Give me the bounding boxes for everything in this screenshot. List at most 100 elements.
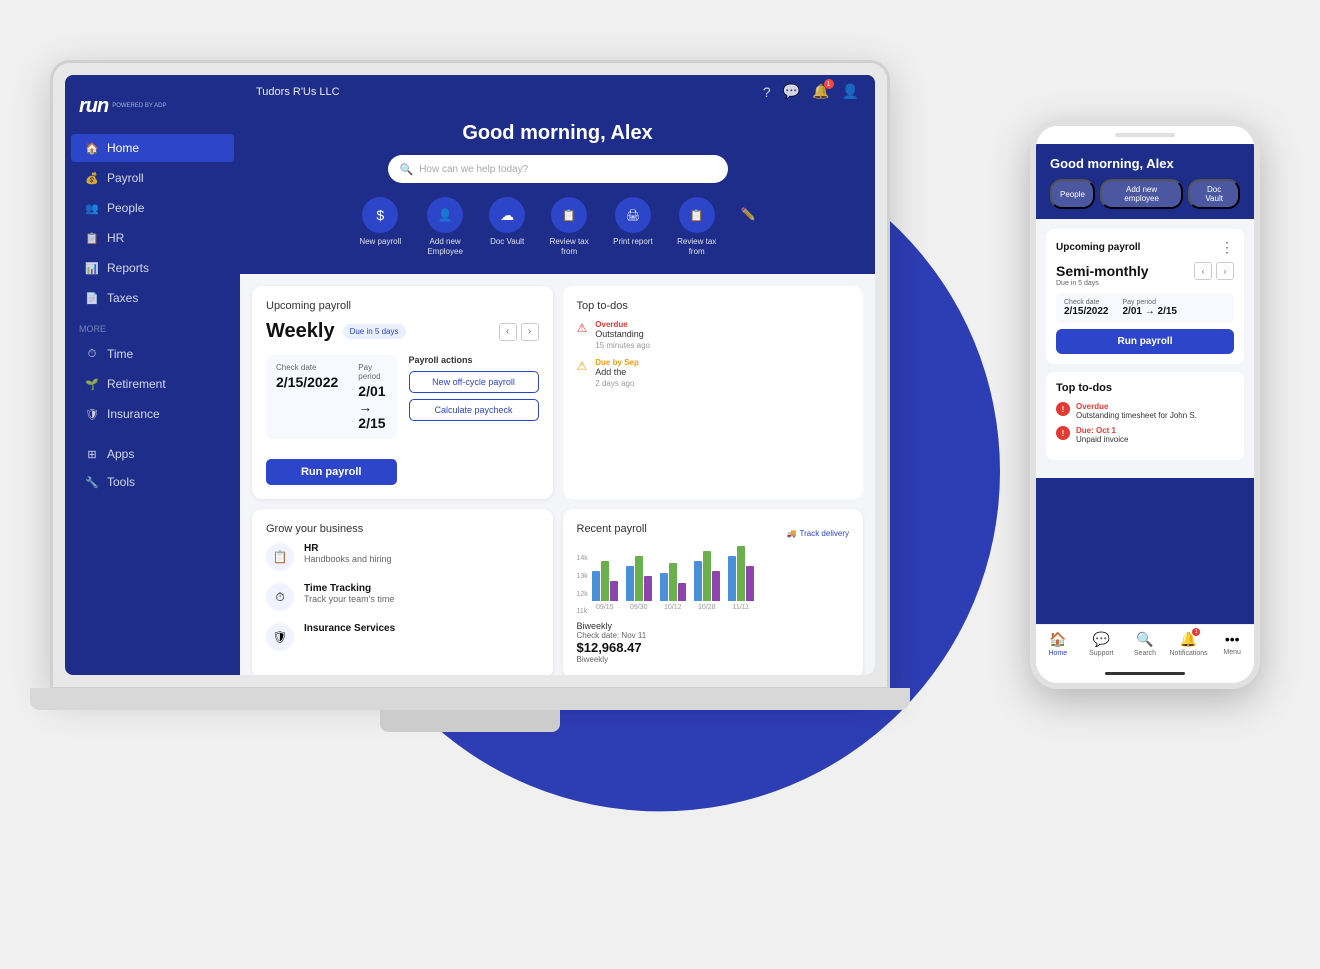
help-icon[interactable]: ?: [763, 84, 771, 100]
laptop-shell: run POWERED BY ADP 🏠 Home 💰 Payroll: [50, 60, 890, 690]
overdue-icon: ⚠: [577, 321, 588, 335]
phone-payroll-menu-icon[interactable]: ⋮: [1220, 239, 1234, 256]
grow-hr-title: HR: [304, 543, 392, 554]
sidebar-item-tools[interactable]: 🔧 Tools: [71, 468, 234, 496]
action-review-tax-2[interactable]: 📋 Review tax from: [671, 197, 723, 256]
sidebar-item-apps-label: Apps: [107, 447, 134, 461]
phone-home-indicator: [1036, 663, 1254, 683]
bar-label-1028: 10/28: [698, 604, 716, 611]
phone-nav-menu[interactable]: ••• Menu: [1210, 631, 1254, 657]
laptop-stand: [380, 710, 560, 732]
phone-run-payroll-button[interactable]: Run payroll: [1056, 329, 1234, 354]
phone-nav-notifications[interactable]: 🔔1 Notifications: [1167, 631, 1211, 657]
apps-icon: ⊞: [85, 447, 99, 461]
sidebar-item-insurance-label: Insurance: [107, 407, 160, 421]
notification-icon[interactable]: 🔔 1: [812, 83, 829, 100]
bar-0930-2: [635, 556, 643, 601]
track-delivery-link[interactable]: 🚚 Track delivery: [787, 529, 849, 538]
sidebar-item-retirement[interactable]: 🌱 Retirement: [71, 370, 234, 398]
sidebar-item-insurance[interactable]: 🛡 Insurance: [71, 400, 234, 428]
insurance-icon: 🛡: [85, 407, 99, 421]
phone-payroll-prev[interactable]: ‹: [1194, 262, 1212, 280]
sidebar-nav: 🏠 Home 💰 Payroll 👥 People 📋: [65, 134, 240, 496]
action-review-tax-2-label: Review tax from: [671, 237, 723, 256]
bar-0930-1: [626, 566, 634, 601]
sidebar-item-home[interactable]: 🏠 Home: [71, 134, 234, 162]
sidebar-item-time[interactable]: ⏱ Time: [71, 340, 234, 368]
action-doc-vault[interactable]: ☁ Doc Vault: [489, 197, 525, 247]
main-content: Tudors R'Us LLC ? 💬 🔔 1 👤: [240, 75, 875, 675]
phone-todo-unpaid-dot: !: [1056, 426, 1070, 440]
sidebar-item-payroll[interactable]: 💰 Payroll: [71, 164, 234, 192]
payroll-next-button[interactable]: ›: [521, 323, 539, 341]
payroll-prev-button[interactable]: ‹: [499, 323, 517, 341]
phone-notch: [1036, 126, 1254, 144]
grow-time-item[interactable]: ⏱ Time Tracking Track your team's time: [266, 583, 539, 611]
phone-nav-support-label: Support: [1089, 650, 1114, 657]
phone-device: Good morning, Alex People Add new employ…: [1030, 120, 1260, 689]
home-bar: [1105, 672, 1185, 675]
phone-nav-search[interactable]: 🔍 Search: [1123, 631, 1167, 657]
action-doc-vault-label: Doc Vault: [490, 237, 524, 247]
phone-action-doc-vault[interactable]: Doc Vault: [1188, 179, 1240, 209]
phone-pay-period-group: Pay period 2/01 → 2/15: [1123, 299, 1177, 317]
action-add-employee[interactable]: 👤 Add new Employee: [419, 197, 471, 256]
search-bar[interactable]: 🔍 How can we help today?: [388, 155, 728, 183]
sidebar-logo: run POWERED BY ADP: [65, 87, 240, 134]
sidebar-item-hr-label: HR: [107, 231, 124, 245]
phone-due-label: Due in 5 days: [1056, 280, 1234, 287]
topbar: Tudors R'Us LLC ? 💬 🔔 1 👤: [240, 75, 875, 108]
sidebar-item-reports[interactable]: 📊 Reports: [71, 254, 234, 282]
phone-pay-period-label: Pay period: [1123, 299, 1177, 306]
action-new-payroll[interactable]: $ New payroll: [359, 197, 401, 247]
upcoming-payroll-title: Upcoming payroll: [266, 300, 539, 312]
sidebar-item-payroll-label: Payroll: [107, 171, 144, 185]
phone-payroll-card-header: Upcoming payroll ⋮: [1056, 239, 1234, 256]
payroll-nav: ‹ ›: [499, 323, 539, 341]
phone-body: Upcoming payroll ⋮ Semi-monthly ‹ › Due …: [1036, 219, 1254, 478]
action-new-payroll-label: New payroll: [359, 237, 401, 247]
sidebar-item-people-label: People: [107, 201, 144, 215]
phone-payroll-card-title: Upcoming payroll: [1056, 242, 1140, 253]
y-label-14k: 14k: [577, 555, 588, 562]
phone-nav-home[interactable]: 🏠 Home: [1036, 631, 1080, 657]
sidebar-item-people[interactable]: 👥 People: [71, 194, 234, 222]
grow-hr-item[interactable]: 📋 HR Handbooks and hiring: [266, 543, 539, 571]
action-doc-vault-icon: ☁: [489, 197, 525, 233]
phone-notif-badge: 1: [1192, 628, 1200, 636]
sidebar-item-taxes[interactable]: 📄 Taxes: [71, 284, 234, 312]
sidebar-item-hr[interactable]: 📋 HR: [71, 224, 234, 252]
notch-bar: [1115, 133, 1175, 137]
retirement-icon: 🌱: [85, 377, 99, 391]
calculate-paycheck-button[interactable]: Calculate paycheck: [409, 399, 539, 421]
edit-actions-icon[interactable]: ✏️: [741, 207, 756, 221]
action-print-report[interactable]: 🖨 Print report: [613, 197, 653, 247]
bar-1111-3: [746, 566, 754, 601]
bar-group-1012: 10/12: [660, 563, 686, 611]
bar-0915-3: [610, 581, 618, 601]
people-icon: 👥: [85, 201, 99, 215]
grow-business-card: Grow your business 📋 HR Handbooks and hi…: [252, 509, 553, 675]
bar-1028-3: [712, 571, 720, 601]
user-icon[interactable]: 👤: [842, 83, 859, 100]
phone-action-add-employee[interactable]: Add new employee: [1100, 179, 1183, 209]
sidebar-item-apps[interactable]: ⊞ Apps: [71, 440, 234, 468]
new-off-cycle-button[interactable]: New off-cycle payroll: [409, 371, 539, 393]
chat-icon[interactable]: 💬: [783, 83, 800, 100]
reports-icon: 📊: [85, 261, 99, 275]
phone-nav-search-icon: 🔍: [1136, 631, 1153, 648]
phone-greeting: Good morning, Alex: [1050, 156, 1240, 171]
bar-label-0915: 09/15: [596, 604, 614, 611]
phone-nav-support-icon: 💬: [1093, 631, 1110, 648]
action-review-tax-1[interactable]: 📋 Review tax from: [543, 197, 595, 256]
phone-action-people[interactable]: People: [1050, 179, 1095, 209]
run-payroll-button[interactable]: Run payroll: [266, 459, 397, 485]
bar-chart-container: 14k 13k 12k 11k: [577, 551, 850, 615]
phone-payroll-next[interactable]: ›: [1216, 262, 1234, 280]
grow-insurance-content: Insurance Services: [304, 623, 395, 634]
grow-insurance-item[interactable]: 🛡 Insurance Services: [266, 623, 539, 651]
phone-todo-overdue-dot: !: [1056, 402, 1070, 416]
bar-group-1028: 10/28: [694, 551, 720, 611]
phone-nav-support[interactable]: 💬 Support: [1080, 631, 1124, 657]
logo-powered-text: POWERED BY ADP: [112, 103, 166, 110]
